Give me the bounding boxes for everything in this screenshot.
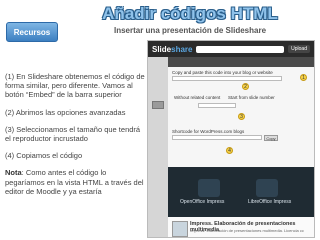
libreoffice-logo [256,179,278,197]
openoffice-label: OpenOffice Impress [180,199,225,205]
resources-badge[interactable]: Recursos [6,22,58,42]
related-content-label: Without related content [174,95,221,100]
copy-code-label: Copy and paste this code into your blog … [172,70,273,75]
marker-4: 4 [226,147,233,154]
player-size-select[interactable] [198,103,236,108]
logo-accent-text: share [171,44,193,54]
search-input[interactable] [196,45,285,53]
presentation-thumbnail[interactable] [172,221,188,237]
slideshare-logo: Slideshare [152,45,192,54]
marker-3: 3 [238,113,245,120]
page-subtitle: Insertar una presentación de Slideshare [113,26,267,35]
embed-panel-header [168,57,314,67]
marker-1: 1 [300,74,307,81]
slideshare-topbar: Slideshare Upload [148,41,314,57]
instruction-step-3: (3) Seleccionamos el tamaño que tendrá e… [5,124,141,144]
instruction-step-1: (1) En Slideshare obtenemos el código de… [5,72,145,100]
presentation-footer: Impress. Elaboración de presentaciones m… [168,217,314,237]
instructions-column: (1) En Slideshare obtenemos el código de… [5,72,145,204]
marker-2: 2 [242,83,249,90]
instruction-note: Nota: Como antes el código lo pegaríamos… [5,168,145,196]
note-text: : Como antes el código lo pegaríamos en … [5,168,144,196]
page-title: Añadir códigos HTML [102,4,278,23]
libreoffice-label: LibreOffice Impress [248,199,292,205]
logo-text: Slide [152,44,172,54]
presentation-description: Impress. Elaboración de presentaciones m… [190,228,304,233]
wordpress-code-field[interactable] [172,135,262,140]
slideshare-screenshot: Slideshare Upload Copy and paste this co… [147,40,315,238]
embed-icon[interactable] [152,101,164,109]
copy-button[interactable]: Copy [264,135,278,141]
openoffice-logo [198,179,220,197]
note-label: Nota [5,168,22,178]
left-sidebar [148,57,168,237]
instruction-step-4: (4) Copiamos el código [5,151,83,161]
embed-panel: Copy and paste this code into your blog … [168,57,314,167]
presentation-player[interactable]: OpenOffice Impress LibreOffice Impress [168,167,314,217]
start-slide-label: Start from slide number [228,95,275,100]
embed-code-field[interactable] [172,76,282,81]
instruction-step-2: (2) Abrimos las opciones avanzadas [5,107,126,117]
wordpress-label: Shortcode for WordPress.com blogs [172,129,245,134]
upload-button[interactable]: Upload [288,45,310,53]
